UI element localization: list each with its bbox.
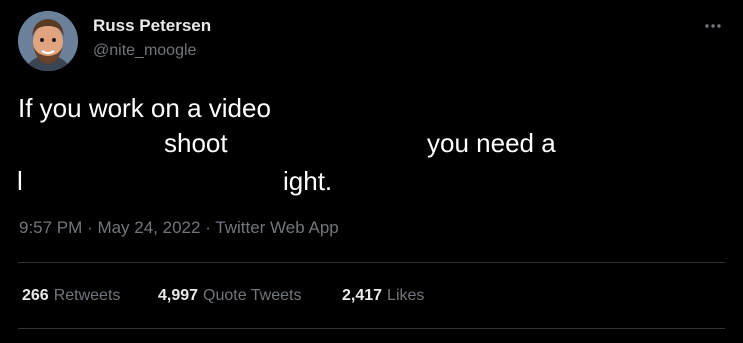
retweets-stat[interactable]: 266 Retweets [22, 286, 120, 306]
meta-separator: · [205, 218, 216, 237]
quote-tweets-stat[interactable]: 4,997 Quote Tweets [158, 286, 301, 306]
tweet-date[interactable]: May 24, 2022 [97, 218, 200, 237]
quote-tweets-count: 4,997 [158, 287, 199, 304]
tweet-metadata: 9:57 PM · May 24, 2022 · Twitter Web App [19, 217, 339, 239]
tweet-client[interactable]: Twitter Web App [215, 218, 338, 237]
tweet-time[interactable]: 9:57 PM [19, 218, 82, 237]
tweet-text-fragment: you need a [427, 128, 556, 158]
likes-count: 2,417 [342, 287, 383, 304]
tweet-text-fragment: l [17, 166, 23, 196]
likes-stat[interactable]: 2,417 Likes [342, 286, 424, 306]
tweet-text: If you work on a video shoot you need a … [0, 0, 743, 220]
quote-tweets-label: Quote Tweets [203, 287, 302, 304]
tweet-text-fragment: ight. [283, 166, 333, 196]
retweets-count: 266 [22, 287, 49, 304]
divider [18, 328, 725, 329]
tweet-text-fragment: If you work on a video [18, 93, 271, 123]
likes-label: Likes [387, 287, 425, 304]
tweet-card: Russ Petersen @nite_moogle If you work o… [0, 0, 743, 343]
meta-separator: · [87, 218, 98, 237]
tweet-text-fragment: shoot [164, 128, 228, 158]
retweets-label: Retweets [53, 287, 121, 304]
divider [18, 262, 725, 263]
